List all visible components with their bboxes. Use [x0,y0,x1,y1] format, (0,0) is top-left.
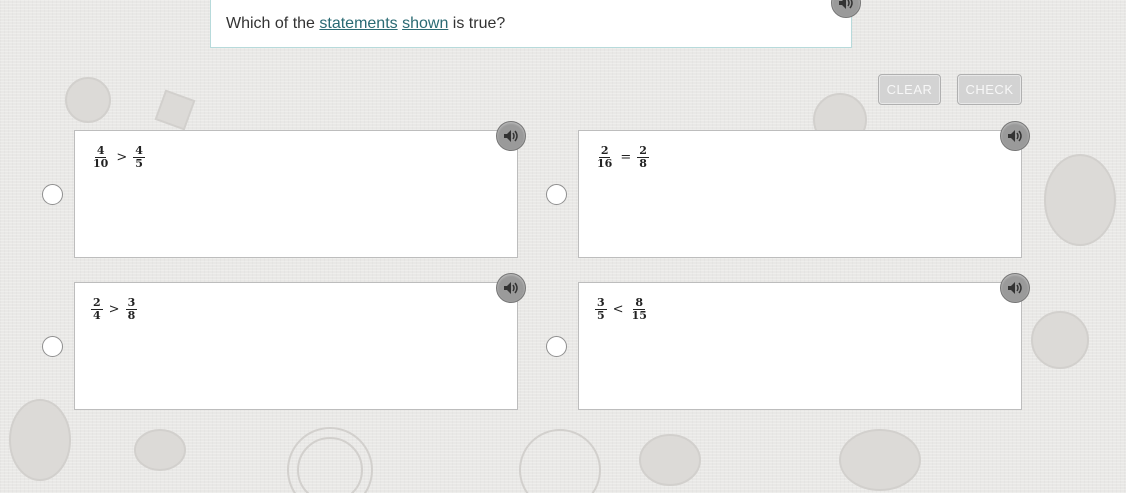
denominator: 15 [631,309,647,322]
fraction: 8 15 [630,297,649,322]
option-3-card[interactable]: 24 > 38 [74,282,518,410]
speaker-icon [839,0,853,9]
option-1-math: 4 10 > 45 [91,145,145,170]
fraction: 4 10 [91,145,110,170]
option-3-radio[interactable] [42,336,63,357]
option-2-card[interactable]: 2 16 = 28 [578,130,1022,258]
fraction: 2 16 [595,145,614,170]
option-2-math: 2 16 = 28 [595,145,649,170]
denominator: 5 [135,157,143,170]
option-3-math: 24 > 38 [91,297,138,322]
fraction: 38 [125,297,138,322]
option-3-audio-button[interactable] [496,273,526,303]
operator: < [612,302,624,317]
denominator: 8 [127,309,136,322]
question-text: Which of the statements shown is true? [226,15,505,33]
question-prefix: Which of the [226,15,320,32]
glossary-link-shown[interactable]: shown [402,15,448,32]
denominator: 16 [597,157,613,170]
option-4-card[interactable]: 35 < 8 15 [578,282,1022,410]
operator: = [620,150,632,165]
option-4-audio-button[interactable] [1000,273,1030,303]
question-box: Which of the statements shown is true? [210,0,852,48]
denominator: 8 [639,157,647,170]
operator: > [108,302,120,317]
check-button[interactable]: CHECK [957,74,1022,105]
option-1-radio[interactable] [42,184,63,205]
denominator: 4 [93,309,101,322]
speaker-icon [1008,130,1022,142]
denominator: 10 [93,157,109,170]
fraction: 45 [133,145,145,170]
option-1-audio-button[interactable] [496,121,526,151]
speaker-icon [1008,282,1022,294]
fraction: 24 [91,297,103,322]
option-1-card[interactable]: 4 10 > 45 [74,130,518,258]
speaker-icon [504,282,518,294]
speaker-icon [504,130,518,142]
question-suffix: is true? [448,15,506,32]
glossary-link-statements[interactable]: statements [319,15,397,32]
denominator: 5 [597,309,605,322]
option-2-radio[interactable] [546,184,567,205]
fraction: 28 [637,145,649,170]
option-4-math: 35 < 8 15 [595,297,649,322]
clear-button[interactable]: CLEAR [878,74,941,105]
option-2-audio-button[interactable] [1000,121,1030,151]
operator: > [116,150,128,165]
fraction: 35 [595,297,607,322]
option-4-radio[interactable] [546,336,567,357]
